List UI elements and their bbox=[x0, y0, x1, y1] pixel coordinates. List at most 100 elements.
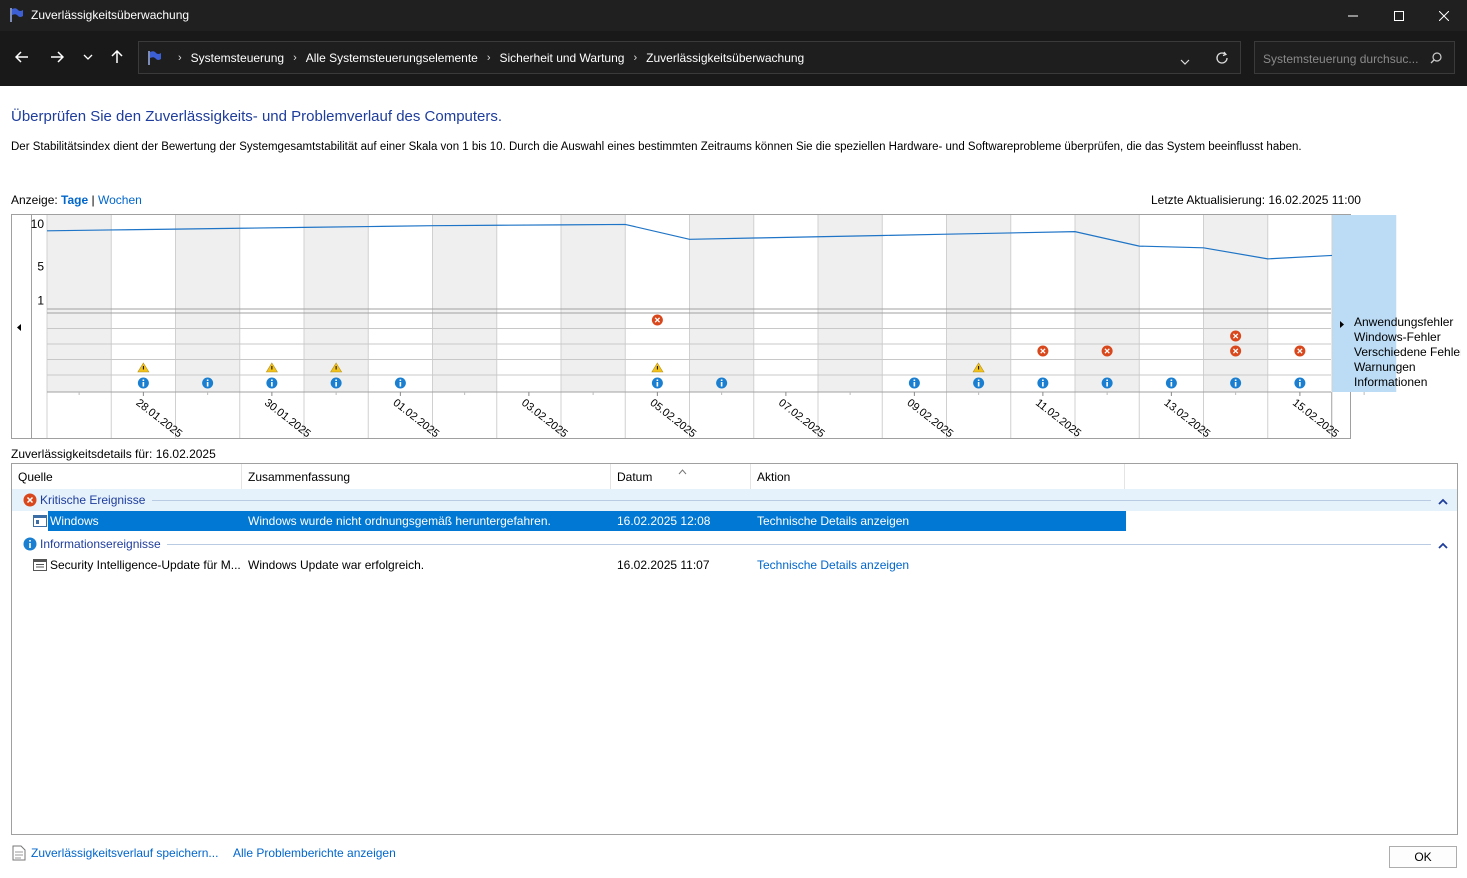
breadcrumb-item[interactable]: Zuverlässigkeitsüberwachung bbox=[646, 51, 804, 65]
collapse-chevron-up-icon[interactable] bbox=[1438, 538, 1448, 552]
back-button[interactable] bbox=[11, 46, 33, 68]
chart-column[interactable] bbox=[1075, 215, 1140, 392]
address-bar[interactable]: › Systemsteuerung › Alle Systemsteuerung… bbox=[138, 41, 1241, 74]
event-row-legend: Warnungen bbox=[1354, 360, 1416, 374]
group-critical-events[interactable]: Kritische Ereignisse bbox=[12, 489, 1457, 511]
event-row-legend: Informationen bbox=[1354, 375, 1427, 389]
reliability-chart[interactable]: 10 5 1 28.01.2025 30.01.2025 01.02.2025 03.02.… bbox=[11, 214, 1464, 443]
event-row-legend: Windows-Fehler bbox=[1354, 330, 1441, 344]
document-icon bbox=[12, 845, 26, 864]
info-icon-mark bbox=[1299, 382, 1301, 387]
chevron-right-icon: › bbox=[293, 51, 297, 64]
info-icon-mark bbox=[656, 382, 659, 387]
column-header-source[interactable]: Quelle bbox=[12, 464, 242, 490]
error-icon bbox=[23, 493, 37, 510]
search-input[interactable]: Systemsteuerung durchsuc... bbox=[1254, 41, 1455, 74]
details-label: Zuverlässigkeitsdetails für: 16.02.2025 bbox=[11, 447, 216, 461]
ok-button[interactable]: OK bbox=[1389, 846, 1457, 868]
chevron-right-icon: › bbox=[486, 51, 491, 64]
chart-column[interactable] bbox=[496, 215, 561, 392]
info-icon-dot bbox=[1106, 379, 1108, 381]
search-icon[interactable] bbox=[1430, 52, 1442, 67]
address-dropdown-chevron-down-icon[interactable] bbox=[1180, 54, 1190, 68]
recent-locations-chevron-down-icon[interactable] bbox=[77, 46, 99, 68]
group-divider bbox=[167, 544, 1431, 545]
info-icon-dot bbox=[656, 379, 659, 381]
view-label: Anzeige: bbox=[11, 193, 58, 207]
chevron-right-icon: › bbox=[178, 51, 182, 64]
table-row[interactable]: Security Intelligence-Update für M... Wi… bbox=[12, 555, 1457, 575]
forward-button[interactable] bbox=[46, 46, 68, 68]
y-tick-label: 1 bbox=[37, 294, 44, 308]
up-button[interactable] bbox=[106, 46, 128, 68]
event-summary: Windows wurde nicht ordnungsgemäß herunt… bbox=[248, 514, 551, 528]
breadcrumb-item[interactable]: Sicherheit und Wartung bbox=[500, 51, 625, 65]
view-weeks-link[interactable]: Wochen bbox=[98, 193, 142, 207]
events-table: Quelle Zusammenfassung Datum Aktion Krit… bbox=[11, 463, 1458, 835]
info-icon-mark bbox=[399, 382, 402, 387]
application-window-icon bbox=[33, 515, 47, 530]
chart-column[interactable] bbox=[882, 215, 947, 392]
page-title: Überprüfen Sie den Zuverlässigkeits- und… bbox=[11, 108, 503, 125]
info-icon-dot bbox=[271, 379, 273, 381]
maximize-button[interactable] bbox=[1376, 0, 1422, 31]
view-days-link[interactable]: Tage bbox=[61, 193, 88, 207]
chart-column[interactable] bbox=[1203, 215, 1268, 392]
view-separator: | bbox=[91, 193, 95, 207]
y-tick-label: 10 bbox=[31, 217, 45, 231]
info-icon-mark bbox=[977, 382, 980, 387]
chart-column[interactable] bbox=[1267, 215, 1332, 392]
info-icon-mark bbox=[720, 382, 723, 387]
info-icon-dot bbox=[335, 379, 337, 381]
window-title: Zuverlässigkeitsüberwachung bbox=[31, 8, 190, 22]
collapse-chevron-up-icon[interactable] bbox=[1438, 494, 1448, 508]
flag-icon bbox=[9, 7, 25, 26]
chart-column[interactable] bbox=[368, 215, 433, 392]
minimize-button[interactable] bbox=[1330, 0, 1376, 31]
column-header-action[interactable]: Aktion bbox=[751, 464, 1125, 490]
info-icon-dot bbox=[1042, 379, 1044, 381]
info-icon-dot bbox=[913, 379, 916, 381]
event-row-legend: Anwendungsfehler bbox=[1354, 315, 1453, 329]
chart-column[interactable] bbox=[753, 215, 818, 392]
sort-ascending-icon bbox=[678, 464, 687, 478]
technical-details-link[interactable]: Technische Details anzeigen bbox=[757, 558, 909, 572]
refresh-icon[interactable] bbox=[1215, 51, 1229, 68]
event-source: Windows bbox=[50, 514, 99, 528]
close-button[interactable] bbox=[1421, 0, 1467, 31]
chevron-right-icon: › bbox=[633, 51, 638, 64]
chart-column[interactable] bbox=[47, 215, 112, 392]
event-source: Security Intelligence-Update für M... bbox=[50, 558, 241, 572]
group-label: Informationsereignisse bbox=[40, 537, 161, 551]
chart-column[interactable] bbox=[432, 215, 497, 392]
event-date: 16.02.2025 11:07 bbox=[617, 558, 710, 572]
table-row[interactable]: Windows Windows wurde nicht ordnungsgemä… bbox=[12, 511, 1457, 531]
info-icon-dot bbox=[977, 379, 980, 381]
chart-column[interactable] bbox=[689, 215, 754, 392]
row-selection-highlight bbox=[48, 511, 1126, 531]
search-placeholder: Systemsteuerung durchsuc... bbox=[1263, 52, 1419, 66]
chart-column[interactable] bbox=[818, 215, 883, 392]
info-icon-dot bbox=[206, 379, 209, 381]
chart-column[interactable] bbox=[1010, 215, 1075, 392]
chart-column[interactable] bbox=[561, 215, 626, 392]
page-description: Der Stabilitätsindex dient der Bewertung… bbox=[11, 141, 1302, 153]
breadcrumb-item[interactable]: Alle Systemsteuerungselemente bbox=[306, 51, 478, 65]
save-history-link[interactable]: Zuverlässigkeitsverlauf speichern... bbox=[31, 846, 218, 860]
column-header-summary[interactable]: Zusammenfassung bbox=[242, 464, 611, 490]
info-icon-dot bbox=[720, 379, 723, 381]
info-icon-mark bbox=[913, 382, 916, 387]
chart-column[interactable] bbox=[1139, 215, 1204, 392]
group-label: Kritische Ereignisse bbox=[40, 493, 146, 507]
info-icon-dot bbox=[142, 379, 145, 381]
group-information-events[interactable]: Informationsereignisse bbox=[12, 533, 1457, 555]
breadcrumb-item[interactable]: Systemsteuerung bbox=[191, 51, 284, 65]
technical-details-link[interactable]: Technische Details anzeigen bbox=[757, 514, 909, 528]
event-row-legend: Verschiedene Fehler bbox=[1354, 345, 1461, 359]
all-reports-link[interactable]: Alle Problemberichte anzeigen bbox=[233, 846, 396, 860]
info-icon-mark bbox=[335, 382, 337, 387]
reliability-chart-svg[interactable]: 105128.01.2025 30.01.2025 01.02.2025 03.02.… bbox=[11, 214, 1464, 440]
event-date: 16.02.2025 12:08 bbox=[617, 514, 711, 528]
chart-column[interactable] bbox=[175, 215, 240, 392]
group-divider bbox=[152, 500, 1431, 501]
